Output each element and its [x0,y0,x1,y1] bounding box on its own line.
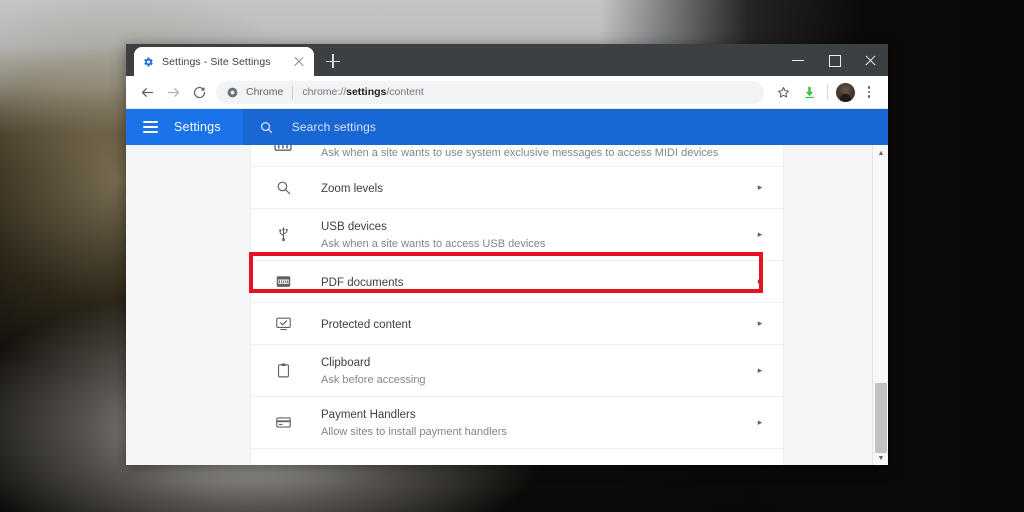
new-tab-button[interactable] [320,48,346,74]
list-item-title: Clipboard [321,357,371,369]
chrome-browser-window: Settings - Site Settings Chrome chrome:/… [126,44,888,465]
settings-header: Settings Search settings [126,109,888,145]
url-bold: settings [346,86,387,98]
midi-icon [273,145,293,165]
list-item-title: Payment Handlers [321,409,416,421]
gear-icon [142,56,154,68]
list-item-usb-devices[interactable]: USB devices Ask when a site wants to acc… [251,209,783,261]
minimize-button[interactable] [780,44,816,76]
scroll-up-arrow-icon[interactable]: ▲ [873,145,888,161]
bookmark-star-icon[interactable] [770,79,796,105]
tab-strip: Settings - Site Settings [126,44,888,76]
list-item-subtitle: Ask before accessing [321,374,426,386]
search-input[interactable]: Search settings [242,109,888,145]
avatar[interactable] [836,82,855,102]
omnibox-separator [292,85,294,99]
search-icon [259,120,274,135]
chevron-right-icon[interactable]: ▸ [755,365,765,376]
list-item-text: Payment Handlers Allow sites to install … [321,405,755,440]
omnibox-url: chrome://settings/content [302,86,423,98]
settings-page-body: Ask when a site wants to use system excl… [126,145,888,465]
list-item-title: PDF documents [321,276,404,289]
list-item-text: USB devices Ask when a site wants to acc… [321,217,755,252]
toolbar-actions [770,79,880,105]
list-item-text: PDF documents [321,273,755,291]
vertical-scrollbar[interactable]: ▲ ▼ [872,145,888,465]
omnibox-scheme-label: Chrome [246,86,284,98]
list-item-text: Clipboard Ask before accessing [321,353,755,388]
list-item-subtitle: Allow sites to install payment handlers [321,426,507,438]
site-settings-list: Ask when a site wants to use system excl… [250,145,784,465]
list-item-zoom-levels[interactable]: Zoom levels ▸ [251,167,783,209]
back-icon[interactable] [134,79,160,105]
list-item-title: USB devices [321,221,387,233]
list-item-subtitle: Ask when a site wants to access USB devi… [321,238,546,250]
reload-icon[interactable] [186,79,212,105]
usb-icon [273,225,293,245]
list-item-payment-handlers[interactable]: Payment Handlers Allow sites to install … [251,397,783,449]
chevron-right-icon[interactable]: ▸ [755,417,765,428]
close-icon[interactable] [292,55,306,69]
scroll-down-arrow-icon[interactable]: ▼ [873,450,888,465]
scrollbar-thumb[interactable] [875,383,887,453]
protected-content-icon [273,314,293,334]
chevron-right-icon[interactable]: ▸ [755,182,765,193]
toolbar-divider [827,84,828,100]
window-controls [780,44,888,76]
chevron-right-icon[interactable]: ▸ [755,276,765,287]
list-item-subtitle: Ask when a site wants to use system excl… [321,147,719,159]
left-gutter [126,145,250,465]
list-item-clipboard[interactable]: Clipboard Ask before accessing ▸ [251,345,783,397]
magnifier-icon [273,178,293,198]
pdf-icon [273,272,293,292]
address-bar[interactable]: Chrome chrome://settings/content [216,80,764,104]
list-item-text: Zoom levels [321,179,755,197]
tab-title: Settings - Site Settings [162,55,271,68]
maximize-button[interactable] [816,44,852,76]
url-suffix: /content [386,86,424,98]
search-placeholder: Search settings [291,120,376,134]
browser-toolbar: Chrome chrome://settings/content [126,76,888,109]
forward-icon[interactable] [160,79,186,105]
list-item-midi[interactable]: Ask when a site wants to use system excl… [251,145,783,167]
list-item-text: Protected content [321,315,755,333]
list-item-title: Zoom levels [321,182,383,195]
chevron-right-icon[interactable]: ▸ [755,229,765,240]
chrome-info-icon [226,86,239,99]
page-title: Settings [174,120,221,134]
list-item-pdf-documents[interactable]: PDF documents ▸ [251,261,783,303]
window-close-button[interactable] [852,44,888,76]
hamburger-icon[interactable] [126,109,174,145]
credit-card-icon [273,413,293,433]
list-item-title: Protected content [321,318,412,331]
list-item-protected-content[interactable]: Protected content ▸ [251,303,783,345]
browser-tab[interactable]: Settings - Site Settings [134,47,314,76]
download-arrow-icon[interactable] [796,79,822,105]
chevron-right-icon[interactable]: ▸ [755,318,765,329]
clipboard-icon [273,361,293,381]
three-dot-menu-icon[interactable] [858,79,880,105]
url-prefix: chrome:// [302,86,347,98]
